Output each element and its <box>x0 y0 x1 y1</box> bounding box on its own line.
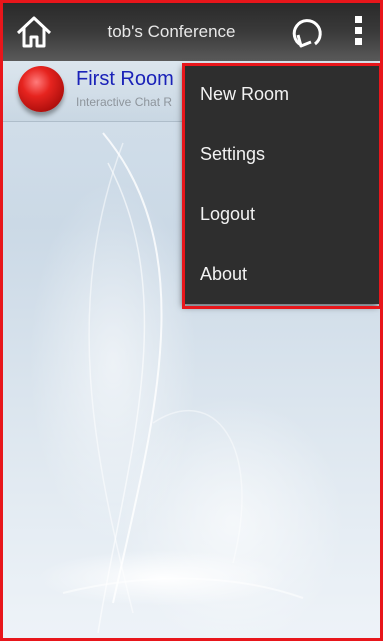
app-screen: tob's Conference First Room Interactive … <box>0 0 383 641</box>
menu-item-logout[interactable]: Logout <box>184 184 380 244</box>
home-icon <box>16 16 52 48</box>
room-name: First Room <box>76 68 174 90</box>
home-button[interactable] <box>15 13 53 51</box>
refresh-button[interactable] <box>289 15 325 51</box>
overflow-dot-icon <box>354 38 362 45</box>
page-title: tob's Conference <box>107 22 236 41</box>
overflow-dot-icon <box>354 27 362 34</box>
menu-item-new-room[interactable]: New Room <box>184 64 380 124</box>
overflow-dot-icon <box>354 16 362 23</box>
room-subtitle: Interactive Chat R <box>76 95 173 109</box>
action-bar: tob's Conference <box>3 3 380 61</box>
refresh-icon <box>292 19 322 48</box>
overflow-menu: New Room Settings Logout About <box>184 64 380 304</box>
menu-item-settings[interactable]: Settings <box>184 124 380 184</box>
room-status-icon <box>18 66 64 112</box>
overflow-menu-button[interactable] <box>348 16 368 50</box>
menu-item-about[interactable]: About <box>184 244 380 304</box>
